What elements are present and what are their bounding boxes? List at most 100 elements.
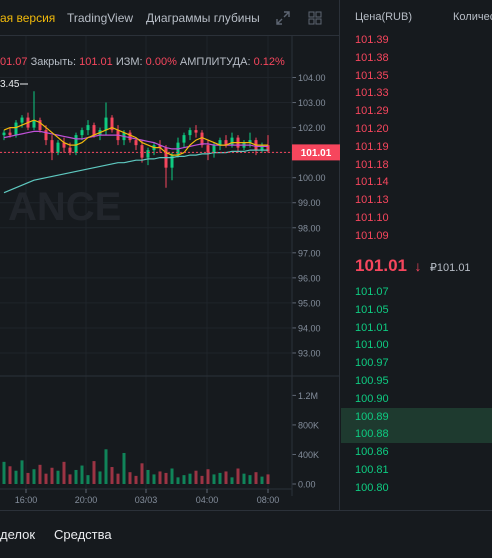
candle-body (92, 125, 96, 136)
price-tick-label: 93.00 (298, 348, 321, 358)
ask-price: 101.38 (355, 51, 389, 64)
volume-bar (206, 469, 210, 484)
bid-price: 100.81 (355, 464, 389, 476)
ask-row[interactable]: 101.14 (341, 173, 492, 191)
change-value: 0.00% (145, 56, 177, 68)
ask-row[interactable]: 101.20 (341, 120, 492, 138)
volume-bar (242, 473, 246, 484)
volume-bar (74, 469, 78, 484)
bid-row[interactable]: 100.80 (341, 479, 492, 497)
grid-icon[interactable] (306, 9, 324, 27)
ask-price: 101.14 (355, 176, 389, 189)
ask-row[interactable]: 101.33 (341, 84, 492, 102)
volume-bar (50, 467, 54, 484)
ask-row[interactable]: 101.29 (341, 102, 492, 120)
volume-bar (266, 474, 270, 484)
bid-price: 101.05 (355, 303, 389, 316)
ask-price: 101.13 (355, 194, 389, 207)
candle-body (86, 125, 90, 131)
volume-bar (32, 469, 36, 484)
volume-bar (170, 468, 174, 484)
bid-row[interactable]: 101.00 (341, 336, 492, 354)
quantity-column-header: Количес (453, 11, 492, 23)
bid-row[interactable]: 100.95 (341, 372, 492, 390)
volume-bar (104, 449, 108, 484)
bid-row[interactable]: 100.88 (341, 425, 492, 444)
current-price-tag: 101.01 (292, 144, 340, 161)
volume-bar (26, 472, 30, 484)
time-tick-label: 16:00 (15, 495, 38, 505)
candle-body (14, 122, 18, 136)
volume-bar (158, 471, 162, 484)
volume-bar (236, 468, 240, 484)
price-tick-label: 95.00 (298, 298, 321, 308)
axes: 104.00103.00102.00101.00100.0099.0098.00… (0, 36, 340, 505)
volume-bar (44, 473, 48, 484)
tab-funds[interactable]: Средства (54, 527, 112, 542)
volume-bar (146, 469, 150, 484)
tab-depth-chart[interactable]: Диаграммы глубины (146, 11, 260, 25)
volume-tick-label: 1.2M (298, 391, 318, 401)
volume-bar (56, 470, 60, 484)
ask-row[interactable]: 101.10 (341, 209, 492, 227)
candle-body (128, 132, 132, 141)
bid-row[interactable]: 100.86 (341, 443, 492, 461)
ask-row[interactable]: 101.35 (341, 67, 492, 85)
candle-body (188, 130, 192, 136)
candle-body (200, 132, 204, 146)
candle-body (68, 147, 72, 153)
ask-row[interactable]: 101.38 (341, 49, 492, 67)
ohlc-info: 01.07 Закрыть: 101.01 ИЗМ: 0.00% АМПЛИТУ… (0, 56, 285, 68)
ask-price: 101.19 (355, 140, 389, 153)
tab-lite-version[interactable]: ая версия (0, 11, 55, 25)
bid-row[interactable]: 100.90 (341, 390, 492, 408)
last-price-value: 101.01 (355, 256, 407, 275)
bid-row[interactable]: 101.01 (341, 319, 492, 337)
candle-body (56, 142, 60, 153)
volume-bar (212, 474, 216, 484)
ask-price: 101.09 (355, 229, 389, 242)
bid-price: 100.90 (355, 392, 389, 405)
bid-price: 100.88 (355, 428, 389, 441)
ask-row[interactable]: 101.18 (341, 156, 492, 174)
volume-bar (128, 472, 132, 484)
tab-trades[interactable]: делок (0, 527, 35, 542)
open-value: 01.07 (0, 56, 28, 68)
bid-price: 101.01 (355, 321, 389, 334)
bid-price: 100.86 (355, 446, 389, 459)
ask-price: 101.35 (355, 69, 389, 82)
bid-row[interactable]: 101.07 (341, 283, 492, 301)
ask-row[interactable]: 101.39 (341, 31, 492, 49)
ask-price: 101.20 (355, 123, 389, 135)
ask-price: 101.39 (355, 34, 389, 46)
bid-row[interactable]: 100.81 (341, 461, 492, 479)
time-tick-label: 08:00 (257, 495, 280, 505)
volume-bar (134, 475, 138, 484)
amplitude-value: 0.12% (253, 56, 285, 68)
price-tick-label: 104.00 (298, 73, 326, 83)
ask-row[interactable]: 101.19 (341, 138, 492, 156)
volume-bar (110, 467, 114, 484)
candlestick-chart[interactable]: ANCE 104.00103.00102.00101.00100.0099.00… (0, 36, 340, 510)
candle-body (134, 140, 138, 146)
candle-body (146, 150, 150, 158)
bid-row[interactable]: 101.05 (341, 301, 492, 319)
price-tick-label: 96.00 (298, 273, 321, 283)
bid-row[interactable]: 100.89 (341, 407, 492, 426)
ask-price: 101.33 (355, 87, 389, 100)
expand-icon[interactable] (274, 9, 292, 27)
volume-bar (164, 472, 168, 484)
candle-body (140, 145, 144, 158)
candle-body (182, 135, 186, 143)
ask-price: 101.18 (355, 158, 389, 171)
candle-body (230, 137, 234, 146)
candle-body (8, 132, 12, 136)
bid-price: 100.97 (355, 357, 389, 370)
ask-row[interactable]: 101.13 (341, 191, 492, 209)
tab-tradingview[interactable]: TradingView (67, 11, 133, 25)
volume-bar (122, 452, 126, 484)
ask-row[interactable]: 101.09 (341, 227, 492, 245)
volume-bar (218, 472, 222, 484)
bid-row[interactable]: 100.97 (341, 354, 492, 372)
volume-bar (254, 472, 258, 484)
